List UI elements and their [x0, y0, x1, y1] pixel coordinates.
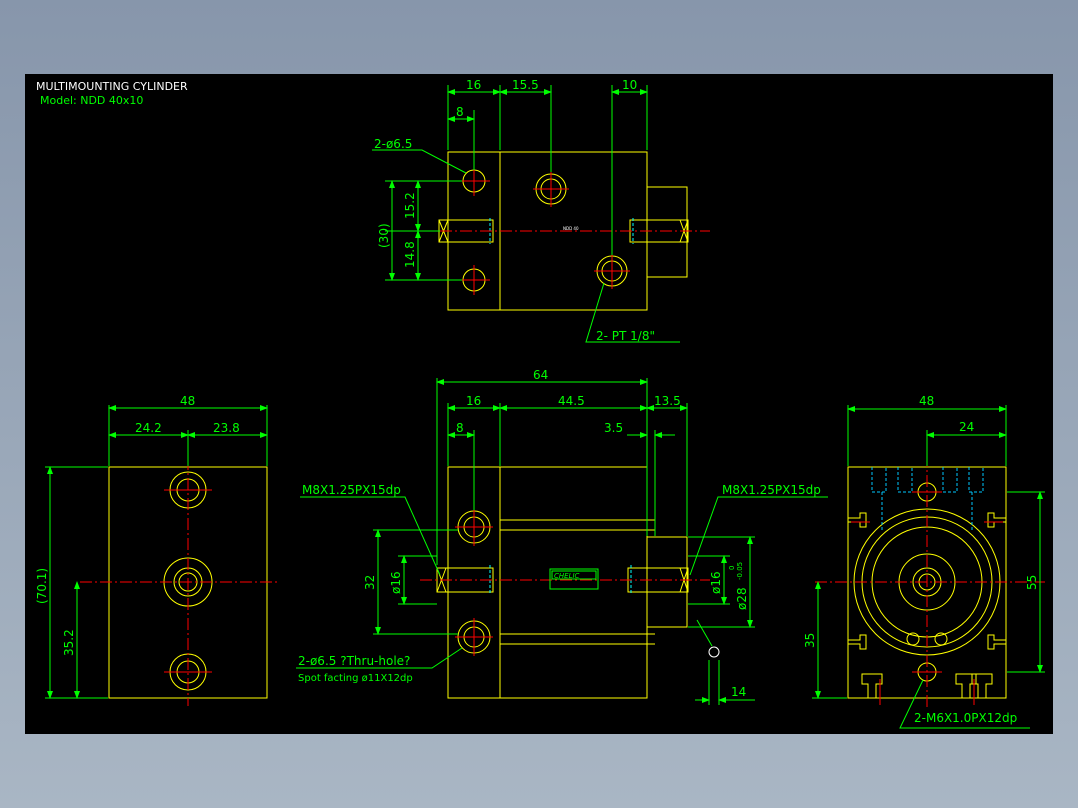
- chelic-logo: CHELIC: [554, 572, 580, 580]
- dim-70-1: (70.1): [35, 568, 49, 604]
- front-view: [420, 466, 720, 699]
- dim-35: 35: [803, 633, 817, 648]
- dim-10: 10: [622, 78, 637, 92]
- callout-m6-thread: 2-M6X1.0PX12dp: [914, 711, 1017, 725]
- top-view: NDD 40: [420, 151, 710, 311]
- right-view-dim-labels: 48 24 55 35 2-M6X1.0PX12dp: [803, 394, 1039, 725]
- dim-phi28-tol-lo: -0.05: [736, 562, 744, 580]
- top-view-dim-labels: 16 15.5 10 8 2-ø6.5 2- PT 1/8" 15.2 (30)…: [374, 78, 655, 343]
- dim-phi28: ø28: [735, 587, 749, 610]
- dim-48-left: 48: [180, 394, 195, 408]
- callout-thread-right: M8X1.25PX15dp: [722, 483, 821, 497]
- right-view-dimensions: [812, 405, 1045, 729]
- dim-phi28-tol-hi: 0: [728, 566, 736, 570]
- dim-30: (30): [377, 223, 391, 248]
- dim-64: 64: [533, 368, 548, 382]
- dim-23-8: 23.8: [213, 421, 240, 435]
- dim-13-5: 13.5: [654, 394, 681, 408]
- dim-24-2: 24.2: [135, 421, 162, 435]
- dim-55: 55: [1025, 575, 1039, 590]
- dim-32: 32: [363, 575, 377, 590]
- dim-24: 24: [959, 420, 974, 434]
- dim-44-5: 44.5: [558, 394, 585, 408]
- left-view: [80, 458, 280, 706]
- drawing-title: MULTIMOUNTING CYLINDER: [36, 80, 188, 93]
- dim-16-front: 16: [466, 394, 481, 408]
- dim-8-top: 8: [456, 105, 464, 119]
- top-view-small-label: NDD 40: [563, 226, 579, 231]
- dim-3-5: 3.5: [604, 421, 623, 435]
- left-view-dim-labels: 48 24.2 23.8 (70.1) 35.2: [35, 394, 240, 656]
- callout-port: 2- PT 1/8": [596, 329, 655, 343]
- dim-15-5: 15.5: [512, 78, 539, 92]
- cad-drawing-area: MULTIMOUNTING CYLINDER Model: NDD 40x10: [25, 74, 1053, 734]
- dim-35-2: 35.2: [62, 629, 76, 656]
- dim-14: 14: [731, 685, 746, 699]
- dim-48-right: 48: [919, 394, 934, 408]
- dim-phi16-left: ø16: [389, 571, 403, 594]
- dim-16-top: 16: [466, 78, 481, 92]
- callout-spot-facing: Spot facting ø11X12dp: [298, 673, 413, 684]
- dim-15-2: 15.2: [403, 192, 417, 219]
- dim-8-front: 8: [456, 421, 464, 435]
- top-view-dimensions: [372, 85, 680, 343]
- cad-drawing: MULTIMOUNTING CYLINDER Model: NDD 40x10: [35, 78, 1045, 729]
- right-view: [815, 455, 1045, 708]
- dim-phi16-right: ø16: [709, 571, 723, 594]
- model-label: Model: NDD 40x10: [40, 94, 143, 107]
- callout-thread-left: M8X1.25PX15dp: [302, 483, 401, 497]
- dim-14-8: 14.8: [403, 241, 417, 268]
- left-view-dimensions: [45, 405, 268, 699]
- callout-holes-top: 2-ø6.5: [374, 137, 412, 151]
- front-view-dim-labels: 64 16 44.5 13.5 8 3.5 M8X1.25PX15dp M8X1…: [298, 368, 821, 699]
- callout-holes-front: 2-ø6.5 ?Thru-hole?: [298, 654, 410, 668]
